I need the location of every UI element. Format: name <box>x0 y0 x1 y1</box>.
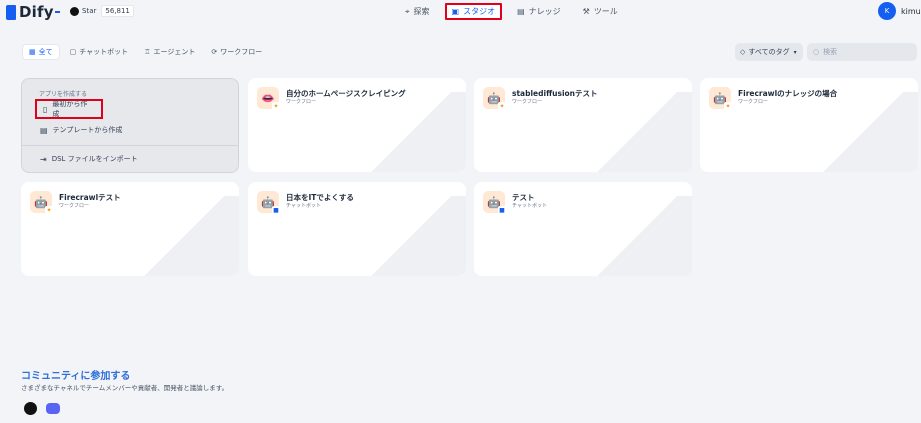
nav-tools-label: ツール <box>593 7 618 16</box>
grid-icon: ▦ <box>29 48 36 56</box>
nav-explore-label: 探索 <box>413 7 430 16</box>
nav-knowledge[interactable]: ▤ ナレッジ <box>510 3 568 20</box>
app-type: ワークフロー <box>286 99 317 105</box>
app-card[interactable]: 🤖 ■ 日本をITでよくする チャットボット <box>248 182 466 276</box>
tab-agent-label: エージェント <box>153 48 196 56</box>
search-input[interactable]: ○ 検索 <box>807 43 917 61</box>
app-type-tabs: ▦ 全て ▢ チャットボット ♖ エージェント ⟳ ワークフロー <box>22 44 272 60</box>
create-app-panel: アプリを作成する ▯ 最初から作成 ▤ テンプレートから作成 ⇥ DSL ファイ… <box>21 78 239 173</box>
nav-tools[interactable]: ⚒ ツール <box>576 3 625 20</box>
chat-icon: ▢ <box>69 48 77 56</box>
chatbot-badge-icon: ■ <box>498 206 506 214</box>
tab-all-label: 全て <box>38 48 53 56</box>
user-name: kimura <box>901 6 921 16</box>
search-icon: ○ <box>813 48 820 56</box>
top-bar: Dify Star 56,811 ⌖ 探索 ▣ スタジオ ▤ ナレッジ ⚒ ツー… <box>0 0 921 24</box>
robot-icon: ▣ <box>451 7 460 16</box>
tool-icon: ⚒ <box>582 7 590 16</box>
main-nav: ⌖ 探索 ▣ スタジオ ▤ ナレッジ ⚒ ツール <box>398 3 633 20</box>
workflow-badge-icon: ✦ <box>724 102 732 110</box>
github-icon <box>70 6 79 16</box>
avatar[interactable]: K <box>878 2 896 20</box>
import-dsl-label: DSL ファイルをインポート <box>51 155 138 163</box>
import-icon: ⇥ <box>40 154 47 164</box>
file-plus-icon: ▯ <box>43 104 48 114</box>
tab-all[interactable]: ▦ 全て <box>22 44 60 60</box>
tag-filter-select[interactable]: ◇ すべてのタグ ▾ <box>735 43 803 61</box>
book-icon: ▤ <box>517 7 525 16</box>
tab-agent[interactable]: ♖ エージェント <box>138 44 201 60</box>
discord-icon[interactable] <box>46 403 60 414</box>
github-star-button[interactable]: Star <box>70 6 97 16</box>
app-type: チャットボット <box>512 203 547 209</box>
logo-text: Dify <box>19 3 54 21</box>
workflow-icon: ⟳ <box>211 48 218 56</box>
create-from-blank-button[interactable]: ▯ 最初から作成 <box>35 99 103 119</box>
app-type: ワークフロー <box>738 99 769 105</box>
nav-explore[interactable]: ⌖ 探索 <box>398 3 437 20</box>
github-icon[interactable] <box>24 402 37 415</box>
search-placeholder: 検索 <box>823 48 838 56</box>
chatbot-badge-icon: ■ <box>272 206 280 214</box>
app-type: ワークフロー <box>59 203 90 209</box>
workflow-badge-icon: ✦ <box>272 102 280 110</box>
compass-icon: ⌖ <box>405 6 410 16</box>
create-from-blank-label: 最初から作成 <box>52 100 88 118</box>
github-star-widget[interactable]: Star 56,811 <box>70 5 134 17</box>
nav-studio-label: スタジオ <box>463 7 496 16</box>
dify-logo[interactable]: Dify <box>6 3 60 21</box>
logo-mark-icon <box>6 4 16 20</box>
user-menu[interactable]: K kimura <box>878 2 921 20</box>
agent-icon: ♖ <box>144 48 151 56</box>
nav-knowledge-label: ナレッジ <box>528 7 561 16</box>
tab-chatbot[interactable]: ▢ チャットボット <box>64 44 135 60</box>
tab-workflow[interactable]: ⟳ ワークフロー <box>205 44 268 60</box>
app-card[interactable]: 👄 ✦ 自分のホームページスクレイピング ワークフロー <box>248 78 466 172</box>
app-card[interactable]: 🤖 ■ テスト チャットボット <box>474 182 692 276</box>
github-star-label: Star <box>82 7 97 15</box>
create-app-heading: アプリを作成する <box>39 91 88 98</box>
tab-chatbot-label: チャットボット <box>79 48 129 56</box>
tag-filter-label: すべてのタグ <box>748 48 790 56</box>
app-card[interactable]: 🤖 ✦ Firecrawlのナレッジの場合 ワークフロー <box>700 78 918 172</box>
workflow-badge-icon: ✦ <box>498 102 506 110</box>
create-from-template-label: テンプレートから作成 <box>52 126 123 134</box>
tab-workflow-label: ワークフロー <box>220 48 263 56</box>
github-star-count: 56,811 <box>101 5 134 17</box>
divider <box>22 145 238 146</box>
import-dsl-button[interactable]: ⇥ DSL ファイルをインポート <box>40 154 138 164</box>
create-from-template-button[interactable]: ▤ テンプレートから作成 <box>40 125 122 135</box>
app-type: ワークフロー <box>512 99 543 105</box>
nav-studio[interactable]: ▣ スタジオ <box>444 3 503 20</box>
community-description: さまざまなチャネルでチームメンバーや貢献者、開発者と議論します。 <box>21 384 229 392</box>
template-icon: ▤ <box>40 125 48 135</box>
chevron-down-icon: ▾ <box>793 48 797 56</box>
app-card[interactable]: 🤖 ✦ Firecrawlテスト ワークフロー <box>21 182 239 276</box>
community-title: コミュニティに参加する <box>21 371 131 382</box>
workflow-badge-icon: ✦ <box>45 206 53 214</box>
logo-dot-icon <box>54 11 60 13</box>
app-card[interactable]: 🤖 ✦ stablediffusionテスト ワークフロー <box>474 78 692 172</box>
app-type: チャットボット <box>286 203 321 209</box>
tag-icon: ◇ <box>740 48 746 56</box>
